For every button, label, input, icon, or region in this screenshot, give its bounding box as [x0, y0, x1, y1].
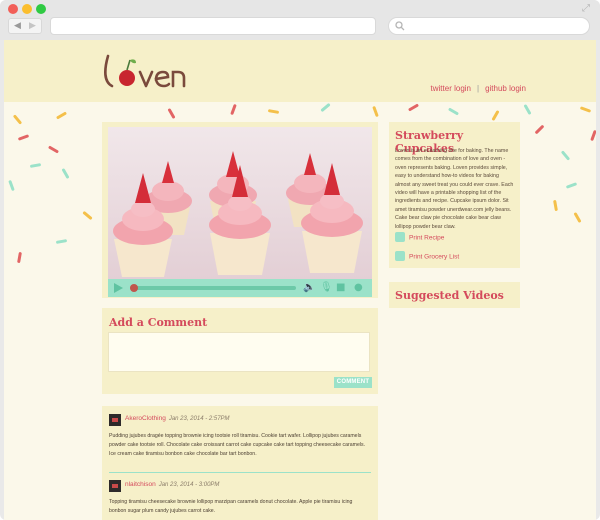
comment-divider: [109, 472, 371, 473]
search-icon: [395, 21, 405, 31]
print-grocery-list-label: Print Grocery List: [409, 253, 460, 261]
recipe-description: Loven is an eLearning site for baking. T…: [395, 148, 514, 230]
print-grocery-list-link[interactable]: Print Grocery List: [395, 251, 460, 262]
avatar[interactable]: [109, 480, 121, 492]
comment-date: Jan 23, 2014 - 3:00PM: [158, 482, 220, 488]
cupcakes-video-frame: [108, 127, 372, 279]
github-login-link[interactable]: github login: [485, 84, 526, 93]
comment-body: Topping tiramisu cheesecake brownie loll…: [109, 499, 353, 514]
comment-author[interactable]: AkeroClothing: [125, 415, 166, 422]
comments-list-card: AkeroClothing Jan 23, 2014 - 2:57PM Puddi…: [102, 406, 378, 520]
header-links: twitter login | github login: [431, 84, 526, 93]
browser-window: ⤢ ◀ ▶ twitter login | github login 🔈 🎙 ■…: [0, 0, 600, 520]
play-icon[interactable]: [114, 283, 123, 293]
browser-chrome: ⤢ ◀ ▶: [0, 0, 600, 40]
comment-author-line: AkeroClothing Jan 23, 2014 - 2:57PM: [125, 415, 230, 422]
video-card: 🔈 🎙 ■ ●: [102, 122, 378, 298]
close-window-button[interactable]: [8, 4, 18, 14]
video-controls: 🔈 🎙 ■ ●: [108, 279, 372, 297]
add-comment-card: Add a Comment COMMENT: [102, 308, 378, 394]
comment-date: Jan 23, 2014 - 2:57PM: [168, 416, 230, 422]
maximize-window-button[interactable]: [36, 4, 46, 14]
loven-logo[interactable]: [100, 50, 190, 94]
site-header: twitter login | github login: [4, 40, 596, 102]
camera-icon[interactable]: ■: [336, 282, 345, 294]
record-icon[interactable]: ●: [354, 282, 363, 294]
minimize-window-button[interactable]: [22, 4, 32, 14]
recipe-card: Strawberry Cupcakes Loven is an eLearnin…: [389, 122, 520, 268]
video-player[interactable]: 🔈 🎙 ■ ●: [108, 127, 372, 297]
add-comment-heading: Add a Comment: [109, 316, 208, 329]
comment-button[interactable]: COMMENT: [334, 377, 372, 388]
avatar[interactable]: [109, 414, 121, 426]
volume-icon[interactable]: 🔈: [303, 282, 315, 294]
print-recipe-label: Print Recipe: [409, 234, 445, 242]
nav-buttons: ◀ ▶: [8, 18, 42, 34]
browser-search-bar[interactable]: [388, 17, 590, 35]
suggested-videos-card: Suggested Videos: [389, 282, 520, 308]
twitter-login-link[interactable]: twitter login: [431, 84, 471, 93]
progress-knob[interactable]: [130, 284, 138, 292]
url-bar[interactable]: [50, 17, 376, 35]
forward-button[interactable]: ▶: [29, 21, 36, 31]
comment-body: Pudding jujubes dragée topping brownie i…: [109, 433, 366, 457]
print-icon: [395, 232, 405, 242]
suggested-videos-heading: Suggested Videos: [395, 289, 504, 302]
print-recipe-link[interactable]: Print Recipe: [395, 232, 445, 243]
back-button[interactable]: ◀: [14, 21, 21, 31]
comment-author[interactable]: nlaitchison: [125, 481, 156, 488]
mic-icon[interactable]: 🎙: [320, 282, 333, 294]
comment-author-line: nlaitchison Jan 23, 2014 - 3:00PM: [125, 481, 219, 488]
loven-logo-image: [104, 54, 186, 88]
link-separator: |: [477, 84, 480, 93]
print-icon: [395, 251, 405, 261]
web-page: twitter login | github login 🔈 🎙 ■ ● Add…: [4, 40, 596, 520]
progress-bar[interactable]: [130, 286, 296, 290]
expand-icon[interactable]: ⤢: [582, 4, 592, 14]
comment-textarea[interactable]: [108, 332, 370, 372]
